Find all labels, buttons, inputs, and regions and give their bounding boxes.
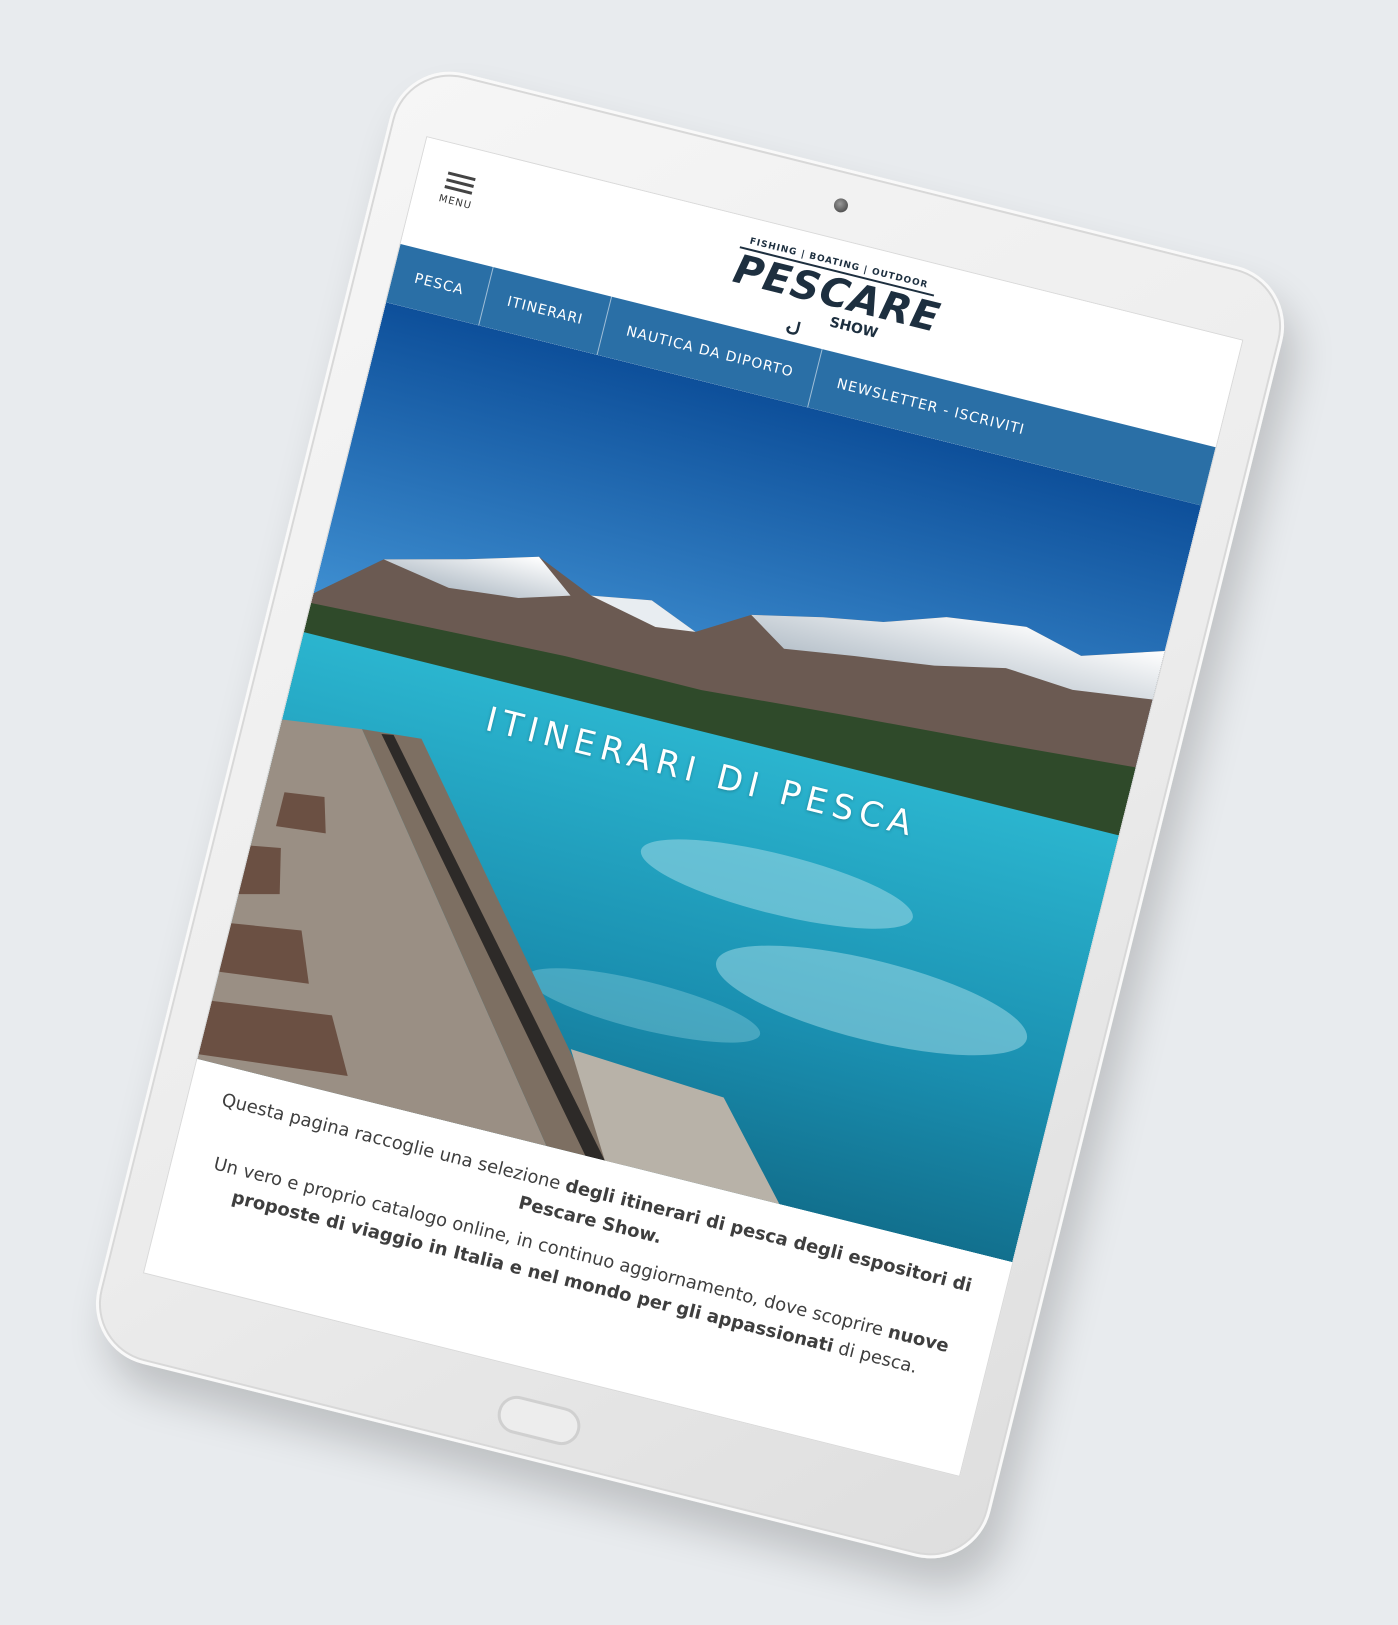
fishing-hook-icon [786,321,801,335]
tablet-device: MENU FISHING | BOATING | OUTDOOR PESCARE… [82,58,1298,1572]
menu-button[interactable]: MENU [425,165,487,231]
tablet-screen: MENU FISHING | BOATING | OUTDOOR PESCARE… [142,136,1244,1477]
menu-label: MENU [437,193,473,212]
home-button[interactable] [493,1391,585,1450]
stage: MENU FISHING | BOATING | OUTDOOR PESCARE… [0,0,1398,1625]
front-camera [832,196,850,214]
